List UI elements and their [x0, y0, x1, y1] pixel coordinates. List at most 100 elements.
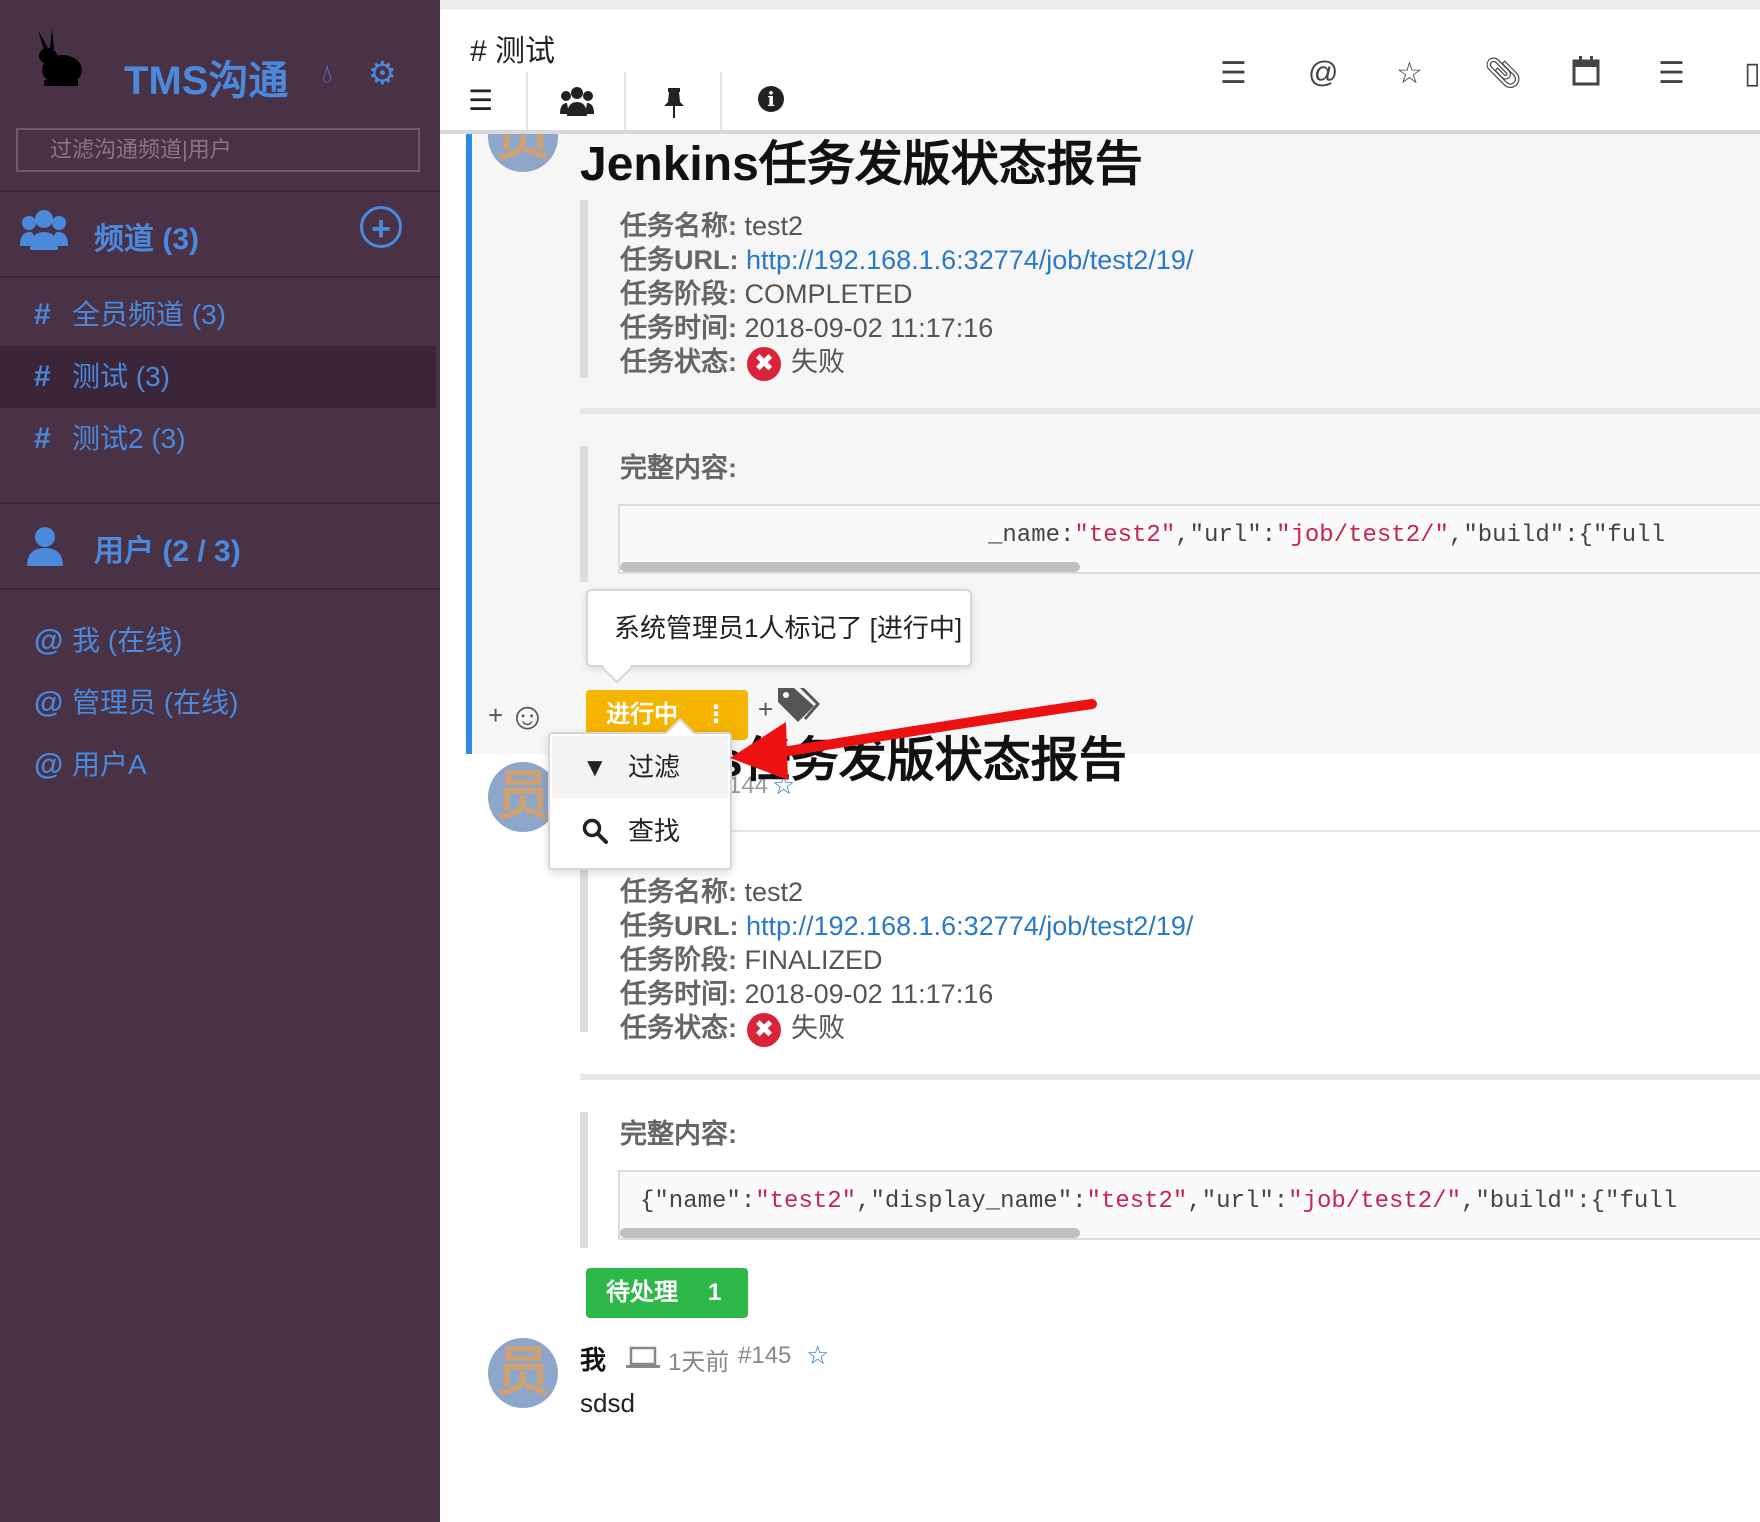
- message-number[interactable]: #145: [738, 1342, 791, 1370]
- code-token: "url": [1201, 1188, 1274, 1215]
- code-token: ,: [1175, 522, 1190, 549]
- sidebar-item-all-channel[interactable]: # 全员频道 (3): [0, 284, 436, 346]
- users-section-header[interactable]: 用户 (2 / 3): [0, 502, 440, 590]
- sidebar-item-label: 管理员 (在线): [72, 687, 239, 718]
- job-url-link[interactable]: http://192.168.1.6:32774/job/test2/19/: [746, 911, 1193, 941]
- code-token: "url": [1189, 522, 1262, 549]
- fail-icon: ✖: [747, 346, 781, 381]
- sidebar-item-label: 测试 (3): [72, 361, 171, 392]
- message-title: s任务发版状态报告: [716, 734, 1127, 787]
- full-content-label: 完整内容:: [620, 453, 737, 483]
- pin-icon[interactable]: [662, 88, 686, 118]
- code-token: "job/test2/": [1276, 522, 1449, 549]
- field-value: test2: [744, 877, 804, 907]
- blockquote-bar: [580, 446, 588, 582]
- blockquote-bar: [580, 200, 588, 378]
- list-alt-icon[interactable]: ☰: [1658, 56, 1685, 91]
- drop-icon[interactable]: 💧︎: [322, 58, 332, 90]
- field-value: 2018-09-02 11:17:16: [744, 979, 994, 1009]
- filter-icon: ▼: [582, 752, 608, 782]
- list-icon[interactable]: ☰: [1220, 56, 1247, 91]
- sidebar-item-user-admin[interactable]: @ 管理员 (在线): [0, 672, 436, 734]
- users-header-label: 用户 (2 / 3): [94, 535, 241, 568]
- sidebar-item-user-me[interactable]: @ 我 (在线): [0, 610, 436, 672]
- field-label: 任务URL:: [620, 911, 739, 941]
- sidebar-item-label: 全员频道 (3): [72, 299, 227, 330]
- field-label: 任务状态:: [620, 347, 737, 377]
- code-token: "name": [654, 1188, 741, 1215]
- code-token: "build": [1475, 1188, 1577, 1215]
- code-token: :: [1273, 1188, 1289, 1215]
- toolbar-divider: [720, 72, 722, 134]
- menu-item-search[interactable]: 查找: [552, 800, 728, 862]
- toolbar-divider: [624, 72, 626, 134]
- people-icon[interactable]: [560, 86, 594, 116]
- code-token: ,: [1448, 522, 1464, 549]
- star-icon[interactable]: ☆: [806, 1340, 829, 1371]
- full-content-label: 完整内容:: [620, 1119, 737, 1149]
- field-label: 任务时间:: [620, 979, 737, 1009]
- cogs-icon[interactable]: ⚙: [368, 54, 397, 92]
- at-icon[interactable]: @: [1308, 56, 1338, 90]
- code-token: "test2": [1086, 1188, 1188, 1215]
- divider: [580, 1074, 1760, 1080]
- users-icon: [20, 210, 68, 250]
- field-label: 任务时间:: [620, 313, 737, 343]
- panel-icon[interactable]: ▯: [1744, 56, 1760, 91]
- app-title: TMS沟通: [124, 59, 289, 103]
- paperclip-icon[interactable]: 📎︎: [1484, 56, 1522, 91]
- channel-filter-input[interactable]: [16, 128, 420, 172]
- star-icon[interactable]: ☆: [1396, 56, 1423, 91]
- avatar[interactable]: 员: [488, 1338, 558, 1408]
- info-icon[interactable]: i: [758, 86, 784, 112]
- code-token: ,: [1461, 1188, 1476, 1215]
- code-token: ,: [1187, 1188, 1202, 1215]
- channel-hash-icon: #: [34, 360, 51, 393]
- code-token: "full: [1605, 1188, 1678, 1215]
- code-token: _name: [988, 522, 1061, 549]
- user-icon: [27, 527, 63, 566]
- code-scrollbar[interactable]: [620, 1228, 1080, 1238]
- menu-icon[interactable]: ☰: [468, 84, 493, 117]
- add-channel-button[interactable]: +: [360, 206, 402, 248]
- add-reaction-plus[interactable]: +: [488, 700, 503, 731]
- tag-pending-button[interactable]: 待处理 1: [586, 1268, 748, 1318]
- field-status: 任务状态: ✖ 失败: [620, 1006, 845, 1047]
- field-status: 任务状态: ✖ 失败: [620, 340, 845, 381]
- code-token: :{: [1576, 1188, 1606, 1215]
- tags-icon[interactable]: [776, 684, 820, 724]
- tag-tooltip: 系统管理员1人标记了 [进行中]: [586, 589, 972, 667]
- sidebar-item-test[interactable]: # 测试 (3): [0, 346, 436, 408]
- channel-hash-icon: #: [34, 298, 51, 331]
- toolbar-divider: [526, 72, 528, 134]
- code-scrollbar[interactable]: [620, 562, 1080, 572]
- code-token: {: [640, 1188, 655, 1215]
- sidebar-item-label: 用户A: [72, 749, 147, 780]
- code-token: "test2": [1074, 522, 1176, 549]
- channel-hash-icon: #: [34, 422, 51, 455]
- channel-title: # 测试: [470, 35, 556, 68]
- field-value: 失败: [791, 347, 845, 377]
- author-name[interactable]: 我: [580, 1340, 606, 1377]
- job-url-link[interactable]: http://192.168.1.6:32774/job/test2/19/: [746, 245, 1193, 275]
- title-underline: [716, 830, 1760, 832]
- field-value: test2: [744, 211, 804, 241]
- smile-icon[interactable]: ☺: [508, 696, 547, 739]
- sidebar-item-label: 我 (在线): [72, 625, 183, 656]
- field-label: 任务名称:: [620, 211, 737, 241]
- code-token: :{: [1564, 522, 1593, 549]
- search-icon: [582, 818, 608, 844]
- blockquote-bar: [580, 860, 588, 1032]
- channels-header-label: 频道 (3): [94, 223, 199, 256]
- menu-item-label: 查找: [628, 816, 681, 846]
- code-token: :: [1072, 1188, 1087, 1215]
- calendar-icon[interactable]: [1572, 56, 1600, 86]
- sidebar-item-test2[interactable]: # 测试2 (3): [0, 408, 436, 470]
- at-prefix: @: [34, 748, 64, 781]
- sidebar-item-user-a[interactable]: @ 用户A: [0, 734, 436, 796]
- message-body: sdsd: [580, 1388, 635, 1418]
- field-value: 失败: [791, 1013, 845, 1043]
- field-label: 任务阶段:: [620, 279, 737, 309]
- menu-item-filter[interactable]: ▼ 过滤: [552, 736, 728, 798]
- field-label: 任务名称:: [620, 877, 737, 907]
